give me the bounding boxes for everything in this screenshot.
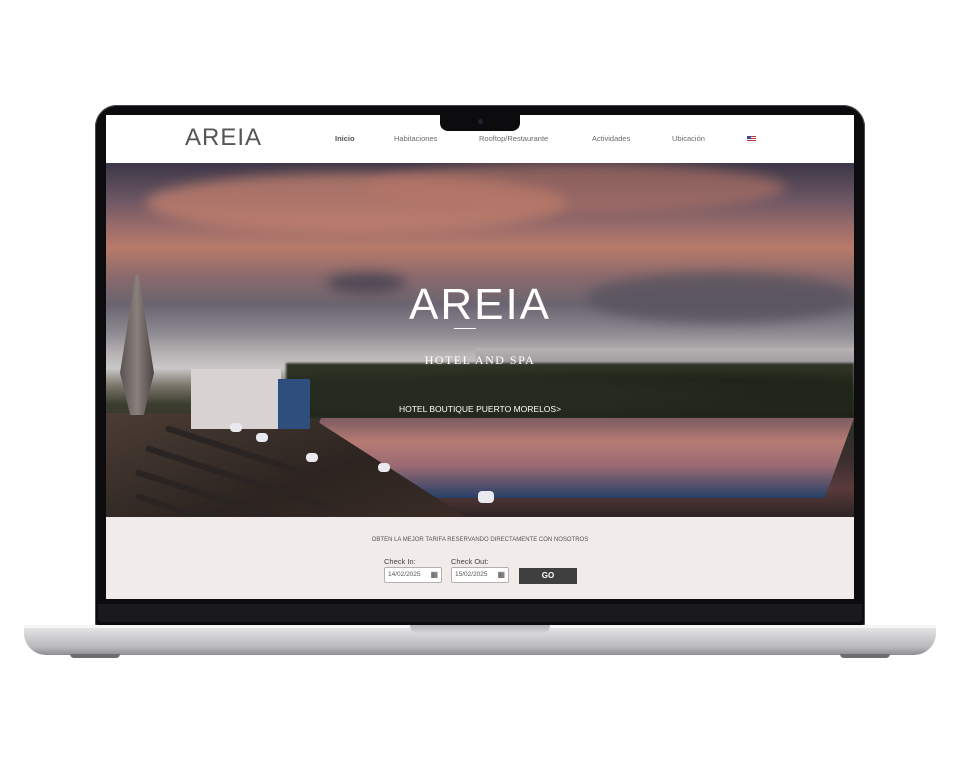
us-flag-icon[interactable] — [747, 136, 756, 142]
laptop-opening-groove — [410, 625, 550, 634]
rolled-towel — [306, 453, 318, 462]
hero-logo: AREIA — [408, 280, 552, 329]
laptop-foot — [70, 654, 120, 658]
check-in-value: 14/02/2025 — [388, 571, 421, 578]
rolled-towel — [478, 491, 494, 503]
nav-item-actividades[interactable]: Actividades — [592, 134, 630, 143]
camera-icon — [478, 119, 483, 124]
rolled-towel — [256, 433, 268, 442]
check-out-value: 15/02/2025 — [455, 571, 488, 578]
hero-boutique-link[interactable]: HOTEL BOUTIQUE PUERTO MORELOS> — [106, 404, 854, 414]
rooftop-wall — [191, 369, 281, 429]
hero-divider — [454, 328, 476, 329]
website-screen: AREIA Inicio Habitaciones Rooftop/Restau… — [106, 115, 854, 599]
check-out-date-field[interactable]: 15/02/2025 ▦ — [451, 567, 509, 583]
rolled-towel — [230, 423, 242, 432]
laptop-bottom-bezel — [98, 604, 862, 622]
hero-banner: AREIA HOTEL AND SPA HOTEL BOUTIQUE PUERT… — [106, 163, 854, 517]
hero-subtitle: HOTEL AND SPA — [424, 353, 536, 367]
sky-cloud — [366, 163, 786, 213]
check-in-date-field[interactable]: 14/02/2025 ▦ — [384, 567, 442, 583]
calendar-icon[interactable]: ▦ — [497, 571, 505, 579]
booking-bar: OBTEN LA MEJOR TARIFA RESERVANDO DIRECTA… — [106, 517, 854, 599]
nav-item-rooftop[interactable]: Rooftop/Restaurante — [479, 134, 548, 143]
nav-item-ubicacion[interactable]: Ubicación — [672, 134, 705, 143]
booking-promo-text: OBTEN LA MEJOR TARIFA RESERVANDO DIRECTA… — [371, 537, 589, 543]
laptop-foot — [840, 654, 890, 658]
check-in-label: Check In: — [384, 557, 416, 566]
nav-item-habitaciones[interactable]: Habitaciones — [394, 134, 437, 143]
check-out-label: Check Out: — [451, 557, 489, 566]
site-logo[interactable]: AREIA — [185, 124, 262, 152]
rolled-towel — [378, 463, 390, 472]
nav-item-inicio[interactable]: Inicio — [335, 134, 355, 143]
go-button[interactable]: GO — [519, 568, 577, 584]
calendar-icon[interactable]: ▦ — [430, 571, 438, 579]
